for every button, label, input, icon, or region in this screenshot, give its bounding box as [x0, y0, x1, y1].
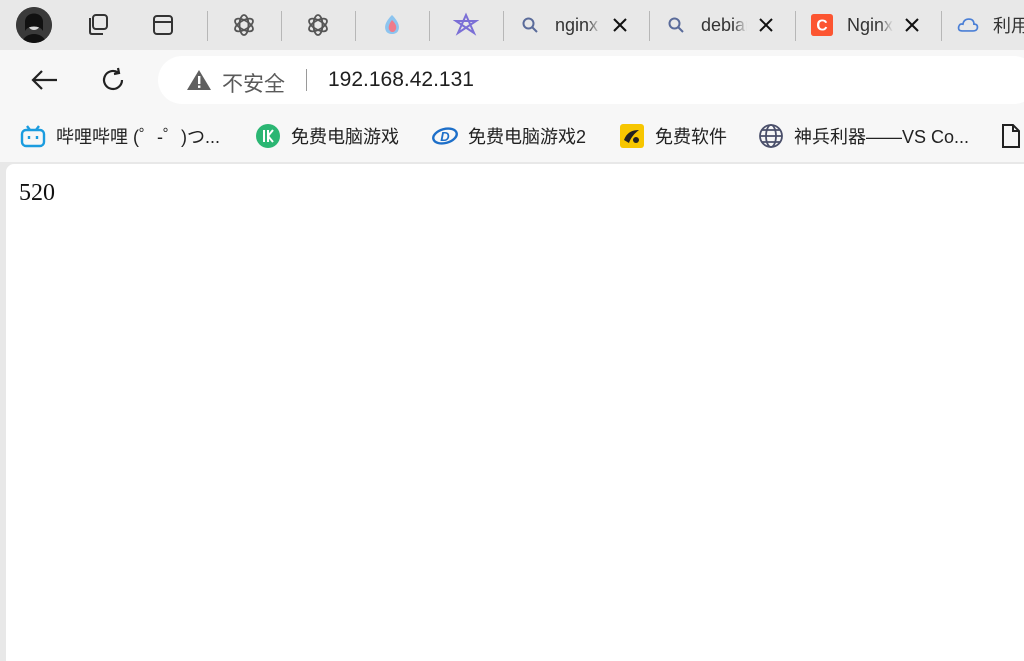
software-yellow-icon: [619, 123, 645, 149]
warning-icon[interactable]: [186, 69, 212, 96]
document-icon: [998, 123, 1024, 149]
close-icon[interactable]: [611, 16, 629, 34]
csdn-icon: C: [811, 14, 833, 36]
svg-text:D: D: [440, 129, 450, 144]
pinned-tab-doubao[interactable]: [377, 10, 407, 40]
bookmark-free-games-2[interactable]: D 免费电脑游戏2: [432, 122, 586, 150]
tab-nginx-csdn[interactable]: C Nginx: [797, 7, 939, 43]
reload-button[interactable]: [95, 62, 131, 98]
globe-icon: [758, 123, 784, 149]
pinned-tab-kimi[interactable]: [451, 10, 481, 40]
chatgpt-icon: [308, 14, 328, 36]
bookmark-vs-code[interactable]: 神兵利器——VS Co...: [758, 122, 969, 150]
tab-separator: [941, 11, 942, 41]
tab-title: debian: [701, 14, 747, 35]
tab-title: nginx: [555, 14, 599, 35]
profile-avatar[interactable]: [16, 7, 52, 43]
bookmark-document[interactable]: [998, 122, 1024, 150]
browser-toolbar: 不安全: [0, 50, 1024, 110]
chatgpt-icon: [234, 14, 254, 36]
security-status-label[interactable]: 不安全: [222, 68, 285, 98]
workspaces-icon[interactable]: [82, 10, 112, 40]
svg-text:C: C: [816, 18, 827, 35]
bookmark-label: 免费电脑游戏2: [468, 127, 587, 147]
cloud-icon: [957, 14, 979, 36]
close-icon[interactable]: [903, 16, 921, 34]
search-icon: [665, 14, 687, 36]
page-body-text: 520: [19, 180, 55, 206]
pinned-tab-chatgpt-2[interactable]: [303, 10, 333, 40]
bookmarks-bar: 哔哩哔哩 (゜-゜)つ... 免费电脑游戏 D 免费电脑游戏2 免费软件 神兵利…: [0, 110, 1024, 162]
back-button[interactable]: [26, 62, 62, 98]
doubao-icon: [385, 15, 399, 34]
bilibili-icon: [20, 123, 46, 149]
url-input[interactable]: [328, 66, 988, 94]
tab-separator: [429, 11, 430, 41]
tab-title: Nginx: [847, 14, 893, 35]
tab-separator: [207, 11, 208, 41]
bookmark-label: 免费电脑游戏: [291, 127, 399, 147]
tab-strip: nginx debian C Nginx: [0, 0, 1024, 50]
reload-icon: [102, 67, 124, 91]
tab-separator: [355, 11, 356, 41]
tab-title: 利用: [993, 16, 1024, 36]
bookmark-label: 神兵利器——VS Co...: [794, 127, 970, 147]
address-bar[interactable]: 不安全: [158, 56, 1024, 104]
close-icon[interactable]: [757, 16, 775, 34]
kimi-star-icon: [453, 12, 479, 36]
game-green-icon: [255, 123, 281, 149]
bookmark-label: 哔哩哔哩 (゜-゜)つ...: [56, 127, 220, 147]
tab-separator: [503, 11, 504, 41]
tab-separator: [649, 11, 650, 41]
tab-cloud[interactable]: 利用: [943, 7, 1024, 43]
search-icon: [519, 14, 541, 36]
page-content: 520: [6, 164, 1024, 661]
tab-separator: [795, 11, 796, 41]
arrow-left-icon: [31, 70, 57, 90]
bookmark-label: 免费软件: [655, 127, 727, 147]
bookmark-bilibili[interactable]: 哔哩哔哩 (゜-゜)つ...: [20, 122, 220, 150]
tab-nginx-search[interactable]: nginx: [505, 7, 647, 43]
tab-actions-icon[interactable]: [148, 10, 178, 40]
omnibox-divider: [306, 69, 307, 91]
tab-debian-search[interactable]: debian: [651, 7, 793, 43]
bookmark-free-software[interactable]: 免费软件: [619, 122, 727, 150]
bookmark-free-games[interactable]: 免费电脑游戏: [255, 122, 399, 150]
tab-separator: [281, 11, 282, 41]
pinned-tab-chatgpt[interactable]: [229, 10, 259, 40]
game-blue-icon: D: [432, 123, 458, 149]
